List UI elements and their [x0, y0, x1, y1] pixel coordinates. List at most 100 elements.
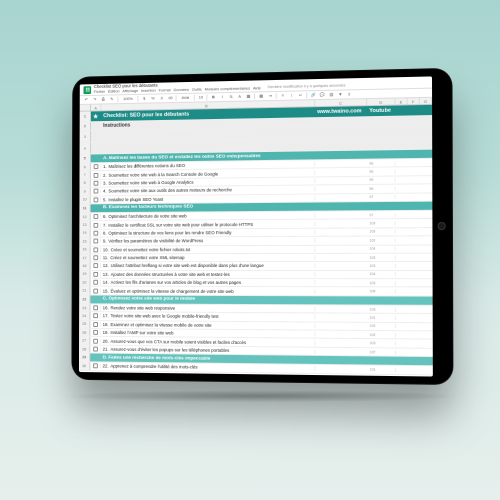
checkbox-cell[interactable] — [90, 347, 100, 352]
cell-d[interactable]: 104 — [367, 247, 395, 251]
print-icon[interactable]: ⎙ — [100, 97, 106, 103]
cell-c[interactable] — [315, 172, 367, 173]
checkbox-cell[interactable] — [90, 305, 100, 310]
cell-c[interactable] — [315, 155, 367, 156]
row-number[interactable]: 18 — [79, 262, 90, 269]
checklist-item[interactable]: 17. Testez votre site web avec le Google… — [101, 314, 316, 320]
menu-data[interactable]: Données — [174, 88, 189, 92]
row-number[interactable]: 20 — [79, 279, 90, 286]
checklist-item[interactable]: 9. Vérifiez les paramètres de visibilité… — [101, 238, 315, 244]
row-number[interactable]: 5 — [80, 154, 91, 162]
checkbox[interactable] — [93, 322, 98, 327]
cell-c[interactable] — [315, 144, 367, 145]
chart-icon[interactable]: ▥ — [328, 92, 334, 98]
checklist-item[interactable]: 5. Installez le plugin SEO Yoast — [101, 195, 315, 202]
cell-d[interactable]: 104 — [367, 272, 395, 276]
checkbox[interactable] — [93, 364, 98, 369]
menu-help[interactable]: Aide — [253, 87, 261, 91]
checkbox[interactable] — [93, 189, 98, 194]
checkbox-cell[interactable] — [90, 322, 100, 327]
text-color-icon[interactable]: A — [237, 94, 243, 100]
comment-icon[interactable]: 💬 — [319, 92, 325, 98]
row-number[interactable]: 15 — [79, 238, 90, 245]
checkbox[interactable] — [93, 181, 98, 186]
cell-c[interactable] — [315, 163, 367, 164]
checkbox[interactable] — [93, 330, 98, 335]
checklist-item[interactable]: 16. Rendez votre site web responsive — [101, 305, 316, 311]
cell-d[interactable]: Youtube — [367, 108, 395, 115]
checkbox-cell[interactable] — [91, 280, 101, 285]
row-number[interactable]: 14 — [79, 230, 90, 237]
checkbox[interactable] — [93, 314, 98, 319]
cell-d[interactable]: 103 — [367, 221, 395, 225]
checkbox[interactable] — [93, 255, 98, 260]
checkbox[interactable] — [93, 288, 98, 293]
font-dropdown[interactable]: Arial — [180, 95, 192, 101]
cell-c[interactable] — [315, 132, 367, 133]
cell-d[interactable]: 103 — [367, 255, 395, 259]
menu-insert[interactable]: Insertion — [141, 89, 156, 93]
increase-decimal-icon[interactable]: .00 — [167, 95, 173, 101]
row-number[interactable]: 21 — [79, 287, 90, 294]
row-number[interactable]: 24 — [79, 312, 90, 319]
cell-d[interactable]: 101 — [368, 316, 396, 320]
row-number[interactable]: 17 — [79, 254, 90, 261]
row-number[interactable]: 3 — [80, 131, 91, 142]
checkbox[interactable] — [93, 222, 98, 227]
cell-d[interactable]: 96 — [367, 187, 395, 191]
checkbox[interactable] — [93, 214, 98, 219]
cell-d[interactable]: 103 — [367, 230, 395, 234]
checklist-title-cell[interactable]: Checklist: SEO pour les débutants — [101, 109, 315, 119]
checkbox-cell[interactable] — [91, 255, 101, 260]
header-icon-cell[interactable]: ★ — [91, 113, 101, 120]
cell-d[interactable]: 103 — [368, 307, 396, 311]
cell-d[interactable] — [367, 121, 395, 122]
row-number[interactable]: 16 — [79, 246, 90, 253]
checkbox[interactable] — [93, 231, 98, 236]
row-number[interactable]: 27 — [79, 337, 90, 344]
cell-d[interactable]: 103 — [368, 281, 396, 285]
checklist-item[interactable]: 18. Examinez et optimisez la vitesse mob… — [101, 322, 316, 328]
strike-icon[interactable]: S̶ — [228, 94, 234, 100]
wrap-icon[interactable]: ↵ — [298, 92, 304, 98]
checklist-item[interactable]: 14. Activez les fils d'arianes sur vos a… — [101, 280, 315, 285]
section-title[interactable]: C. Optimisez votre site web pour le mobi… — [101, 297, 316, 303]
checkbox-cell[interactable] — [91, 164, 101, 169]
checklist-item[interactable]: 1. Maîtrisez les différentes notions du … — [101, 162, 315, 170]
checklist-item[interactable]: 4. Soumettez votre site aux outils des a… — [101, 187, 315, 194]
undo-icon[interactable]: ↶ — [83, 97, 89, 103]
checkbox[interactable] — [93, 247, 98, 252]
checklist-item[interactable]: 8. Optimisez la structure de vos liens p… — [101, 230, 315, 236]
cell-c[interactable] — [315, 180, 367, 181]
checkbox[interactable] — [93, 305, 98, 310]
row-number[interactable]: 29 — [79, 354, 90, 362]
row-number[interactable]: 7 — [80, 171, 91, 178]
cell-d[interactable]: 107 — [368, 350, 396, 354]
cell-c[interactable] — [315, 121, 367, 122]
checkbox-cell[interactable] — [91, 247, 101, 252]
checklist-item[interactable]: 2. Soumettez votre site web à la Search … — [101, 170, 315, 177]
section-title[interactable]: B. Examinez les facteurs techniques SEO — [101, 204, 315, 211]
col-head-g[interactable]: G — [420, 98, 432, 104]
checkbox-cell[interactable] — [91, 214, 101, 219]
cell-d[interactable]: 96 — [367, 170, 395, 174]
section-title[interactable]: D. Faites une recherche de mots-clés imp… — [101, 355, 316, 362]
row-number[interactable]: 11 — [79, 204, 90, 212]
functions-icon[interactable]: Σ — [346, 91, 352, 97]
cell-c[interactable] — [315, 360, 367, 361]
row-number[interactable]: 6 — [80, 163, 91, 170]
cell-d[interactable]: 102 — [368, 324, 396, 328]
paint-format-icon[interactable]: ✎ — [109, 96, 115, 102]
checkbox[interactable] — [93, 272, 98, 277]
checkbox[interactable] — [93, 173, 98, 178]
row-number[interactable]: 10 — [79, 196, 90, 203]
zoom-dropdown[interactable]: 100% — [121, 96, 135, 102]
checkbox-cell[interactable] — [91, 222, 101, 227]
checkbox-cell[interactable] — [90, 364, 100, 369]
menu-edit[interactable]: Édition — [108, 90, 120, 94]
checklist-item[interactable]: 15. Évaluez et optimisez la vitesse de c… — [101, 288, 316, 294]
checklist-item[interactable]: 6. Optimisez l'architecture de votre sit… — [101, 213, 315, 219]
valign-icon[interactable]: ↕ — [289, 93, 295, 99]
checklist-item[interactable]: 20. Assurez-vous que vos CTA sur mobile … — [101, 338, 316, 345]
checklist-item[interactable]: 11. Créez et soumettez votre XML sitemap — [101, 255, 315, 260]
